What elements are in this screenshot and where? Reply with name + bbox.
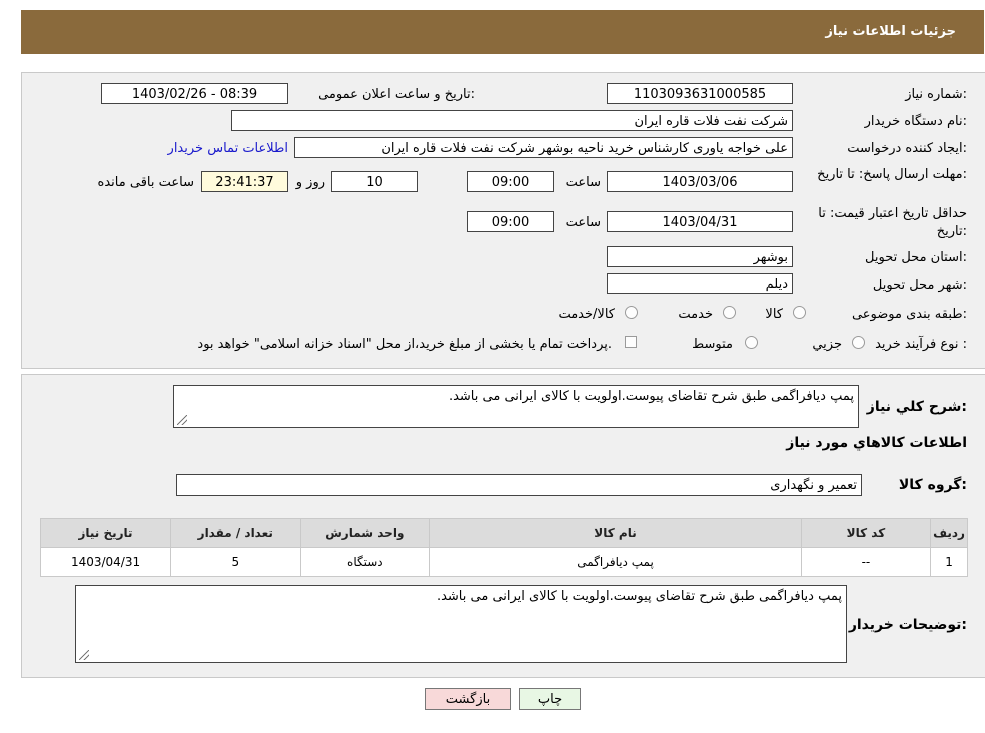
category-option-service: خدمت [678, 307, 713, 322]
cell-row-number: 1 [930, 547, 968, 577]
col-header-unit: واحد شمارش [299, 518, 431, 548]
back-button[interactable]: بازگشت [425, 688, 511, 710]
buyer-contact-link[interactable]: اطلاعات تماس خریدار [168, 141, 288, 156]
validity-date-field: 1403/04/31 [607, 211, 793, 232]
col-header-need-date: تاریخ نیاز [39, 518, 172, 548]
deadline-date-field: 1403/03/06 [607, 171, 793, 192]
cell-unit: دستگاه [299, 547, 431, 577]
province-label: استان محل تحویل: [865, 250, 967, 265]
page-title: جزئیات اطلاعات نیاز [825, 24, 956, 39]
city-label: شهر محل تحویل: [872, 278, 967, 293]
province-field: بوشهر [607, 246, 793, 267]
items-table: رديف کد کالا نام کالا واحد شمارش تعداد /… [39, 518, 968, 577]
validity-label: حداقل تاریخ اعتبار قیمت: تا تاریخ: [818, 206, 967, 239]
requester-label: ایجاد کننده درخواست: [847, 141, 967, 156]
announce-field: 1403/02/26 - 08:39 [101, 83, 288, 104]
buyer-notes-label: توضیحات خریدار: [848, 617, 967, 633]
page-header: جزئیات اطلاعات نیاز [21, 10, 984, 54]
treasury-checkbox[interactable] [625, 336, 637, 348]
description-textarea[interactable]: پمپ دیافراگمی طبق شرح تقاضای پیوست.اولوی… [173, 385, 859, 428]
col-header-quantity: تعداد / مقدار [170, 518, 301, 548]
category-option-goods: کالا [765, 307, 783, 322]
buyer-org-field: شرکت نفت فلات قاره ایران [231, 110, 793, 131]
purchase-radio-medium[interactable] [745, 336, 758, 349]
category-radio-service[interactable] [723, 306, 736, 319]
city-field: دیلم [607, 273, 793, 294]
description-text: پمپ دیافراگمی طبق شرح تقاضای پیوست.اولوی… [448, 389, 854, 404]
cell-item-code: -- [800, 547, 932, 577]
deadline-label: مهلت ارسال پاسخ: تا تاریخ: [817, 167, 967, 182]
requester-field: علی خواجه یاوری کارشناس خرید ناحیه بوشهر… [294, 137, 793, 158]
need-number-label: شماره نیاز: [905, 87, 967, 102]
payment-note: پرداخت تمام یا بخشی از مبلغ خرید،از محل … [197, 337, 612, 352]
need-number-field: 1103093631000585 [607, 83, 793, 104]
buyer-org-label: نام دستگاه خریدار: [864, 114, 967, 129]
purchase-type-label: نوع فرآیند خرید : [875, 337, 967, 352]
remaining-label: ساعت باقی مانده [97, 175, 194, 190]
col-header-row-number: رديف [930, 518, 968, 548]
category-label: طبقه بندی موضوعی: [851, 307, 967, 322]
category-option-goods-service: کالا/خدمت [558, 307, 615, 322]
days-label: روز و [295, 175, 325, 190]
goods-group-field: تعمیر و نگهداری [176, 474, 862, 496]
remaining-time-field: 23:41:37 [201, 171, 288, 192]
category-radio-goods[interactable] [793, 306, 806, 319]
resize-grip-icon[interactable] [79, 650, 89, 660]
cell-item-name: پمپ دیافراگمی [429, 547, 802, 577]
resize-grip-icon[interactable] [177, 415, 187, 425]
purchase-radio-minor[interactable] [852, 336, 865, 349]
table-row: 1 -- پمپ دیافراگمی دستگاه 5 1403/04/31 [39, 547, 968, 577]
col-header-item-code: کد کالا [800, 518, 932, 548]
announce-label: تاریخ و ساعت اعلان عمومی: [318, 87, 475, 102]
buyer-notes-textarea[interactable]: پمپ دیافراگمی طبق شرح تقاضای پیوست.اولوی… [75, 585, 847, 663]
deadline-time-label: ساعت [565, 175, 601, 190]
goods-group-label: گروه کالا: [898, 477, 967, 493]
validity-time-label: ساعت [565, 215, 601, 230]
purchase-option-minor: جزیي [812, 337, 842, 352]
goods-section-title: اطلاعات کالاهاي مورد نياز [786, 435, 967, 451]
validity-time-field: 09:00 [467, 211, 554, 232]
category-radio-goods-service[interactable] [625, 306, 638, 319]
description-label: شرح کلي نياز: [866, 399, 967, 415]
table-header-row: رديف کد کالا نام کالا واحد شمارش تعداد /… [39, 518, 968, 548]
deadline-time-field: 09:00 [467, 171, 554, 192]
col-header-item-name: نام کالا [429, 518, 802, 548]
cell-quantity: 5 [170, 547, 301, 577]
print-button[interactable]: چاپ [519, 688, 581, 710]
cell-need-date: 1403/04/31 [39, 547, 172, 577]
days-field: 10 [331, 171, 418, 192]
purchase-option-medium: متوسط [692, 337, 733, 352]
buyer-notes-text: پمپ دیافراگمی طبق شرح تقاضای پیوست.اولوی… [436, 589, 842, 604]
